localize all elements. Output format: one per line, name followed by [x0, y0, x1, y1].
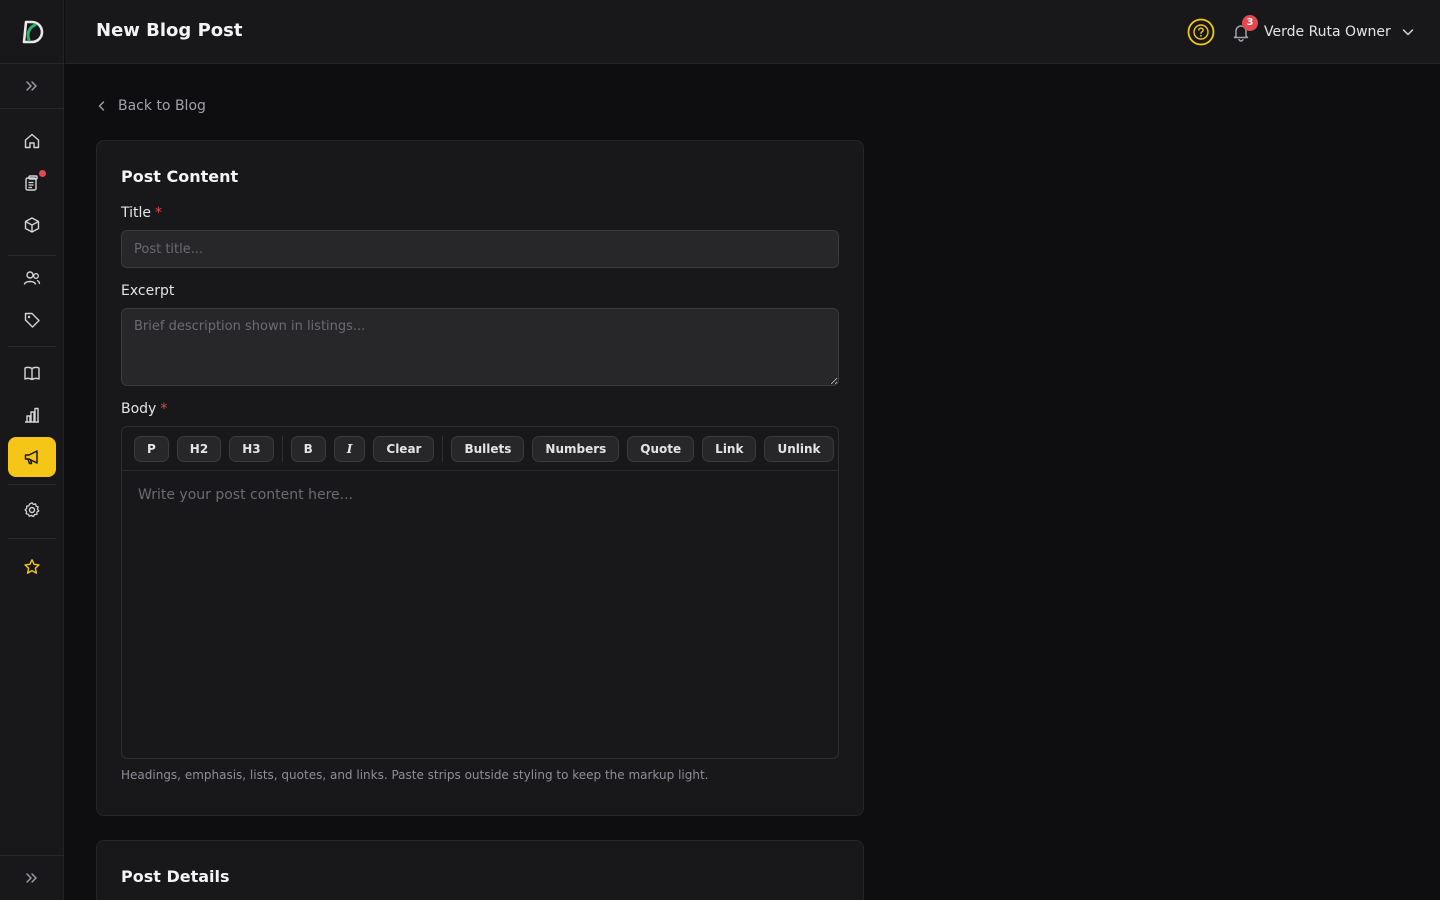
sidebar-item-customers[interactable]	[8, 258, 56, 298]
sidebar	[0, 0, 64, 900]
chevrons-right-icon	[26, 873, 37, 883]
sidebar-item-marketing[interactable]	[8, 437, 56, 477]
app-logo[interactable]	[0, 0, 64, 64]
bold-button[interactable]: B	[290, 435, 326, 462]
page-title: New Blog Post	[96, 20, 243, 41]
tag-icon	[24, 312, 40, 328]
excerpt-textarea[interactable]	[121, 308, 839, 386]
numbers-button[interactable]: Numbers	[532, 435, 620, 462]
sidebar-item-analytics[interactable]	[8, 395, 56, 435]
bullets-button[interactable]: Bullets	[451, 435, 525, 462]
excerpt-label: Excerpt	[121, 283, 175, 299]
sidebar-item-catalog[interactable]	[8, 353, 56, 393]
chevron-down-icon	[1402, 29, 1414, 36]
sidebar-divider	[8, 484, 56, 485]
sidebar-expand-button[interactable]	[0, 64, 64, 109]
body-hint-text: Headings, emphasis, lists, quotes, and l…	[121, 768, 709, 782]
editor-toolbar: P H2 H3 B I Clear Bullets Numbers Quote …	[122, 427, 838, 471]
help-circle-icon	[1187, 18, 1215, 46]
sidebar-collapse-button[interactable]	[0, 855, 64, 900]
body-label: Body *	[121, 401, 168, 417]
heading3-button[interactable]: H3	[229, 435, 274, 462]
toolbar-separator	[442, 435, 444, 462]
back-to-blog-link[interactable]: Back to Blog	[96, 96, 206, 116]
notification-badge: 3	[1242, 15, 1258, 31]
body-editor: P H2 H3 B I Clear Bullets Numbers Quote …	[121, 426, 839, 759]
sidebar-item-orders[interactable]	[8, 163, 56, 203]
notification-dot	[39, 170, 46, 177]
post-content-card: Post Content Title* Excerpt Body* P H2 H…	[96, 140, 864, 816]
book-icon	[24, 366, 40, 381]
sidebar-item-discounts[interactable]	[8, 300, 56, 340]
d-logo-icon	[22, 20, 44, 43]
chevron-left-icon	[98, 101, 105, 111]
chevrons-right-icon	[26, 81, 37, 91]
sidebar-divider	[8, 538, 56, 539]
clipboard-icon	[25, 175, 38, 191]
back-link-label: Back to Blog	[118, 98, 206, 114]
help-button[interactable]	[1187, 18, 1215, 46]
megaphone-icon	[24, 450, 38, 465]
sidebar-divider	[8, 255, 56, 256]
bar-chart-icon	[25, 407, 39, 423]
home-icon	[24, 133, 40, 149]
clear-format-button[interactable]: Clear	[373, 435, 435, 462]
top-header: New Blog Post 3 Verde Ruta Owner	[65, 0, 1440, 64]
user-name: Verde Ruta Owner	[1264, 24, 1391, 40]
star-icon	[24, 559, 40, 574]
notifications-button[interactable]: 3	[1228, 15, 1258, 45]
sidebar-item-products[interactable]	[8, 205, 56, 245]
title-input[interactable]	[121, 230, 839, 268]
paragraph-button[interactable]: P	[134, 435, 169, 462]
post-details-card: Post Details	[96, 840, 864, 900]
sidebar-divider	[8, 346, 56, 347]
italic-button[interactable]: I	[333, 435, 366, 462]
toolbar-separator	[281, 435, 283, 462]
link-button[interactable]: Link	[702, 435, 757, 462]
post-details-heading: Post Details	[121, 867, 230, 886]
user-menu[interactable]: Verde Ruta Owner	[1264, 20, 1415, 44]
post-content-heading: Post Content	[121, 167, 239, 186]
quote-button[interactable]: Quote	[627, 435, 695, 462]
sidebar-item-settings[interactable]	[8, 490, 56, 530]
sidebar-item-home[interactable]	[8, 121, 56, 161]
gear-icon	[24, 502, 40, 518]
heading2-button[interactable]: H2	[176, 435, 222, 462]
title-label: Title *	[121, 205, 163, 221]
unlink-button[interactable]: Unlink	[764, 435, 834, 462]
box-icon	[24, 217, 40, 233]
body-content-area[interactable]: Write your post content here...	[138, 487, 353, 503]
sidebar-item-favorites[interactable]	[8, 547, 56, 587]
users-icon	[23, 271, 41, 285]
